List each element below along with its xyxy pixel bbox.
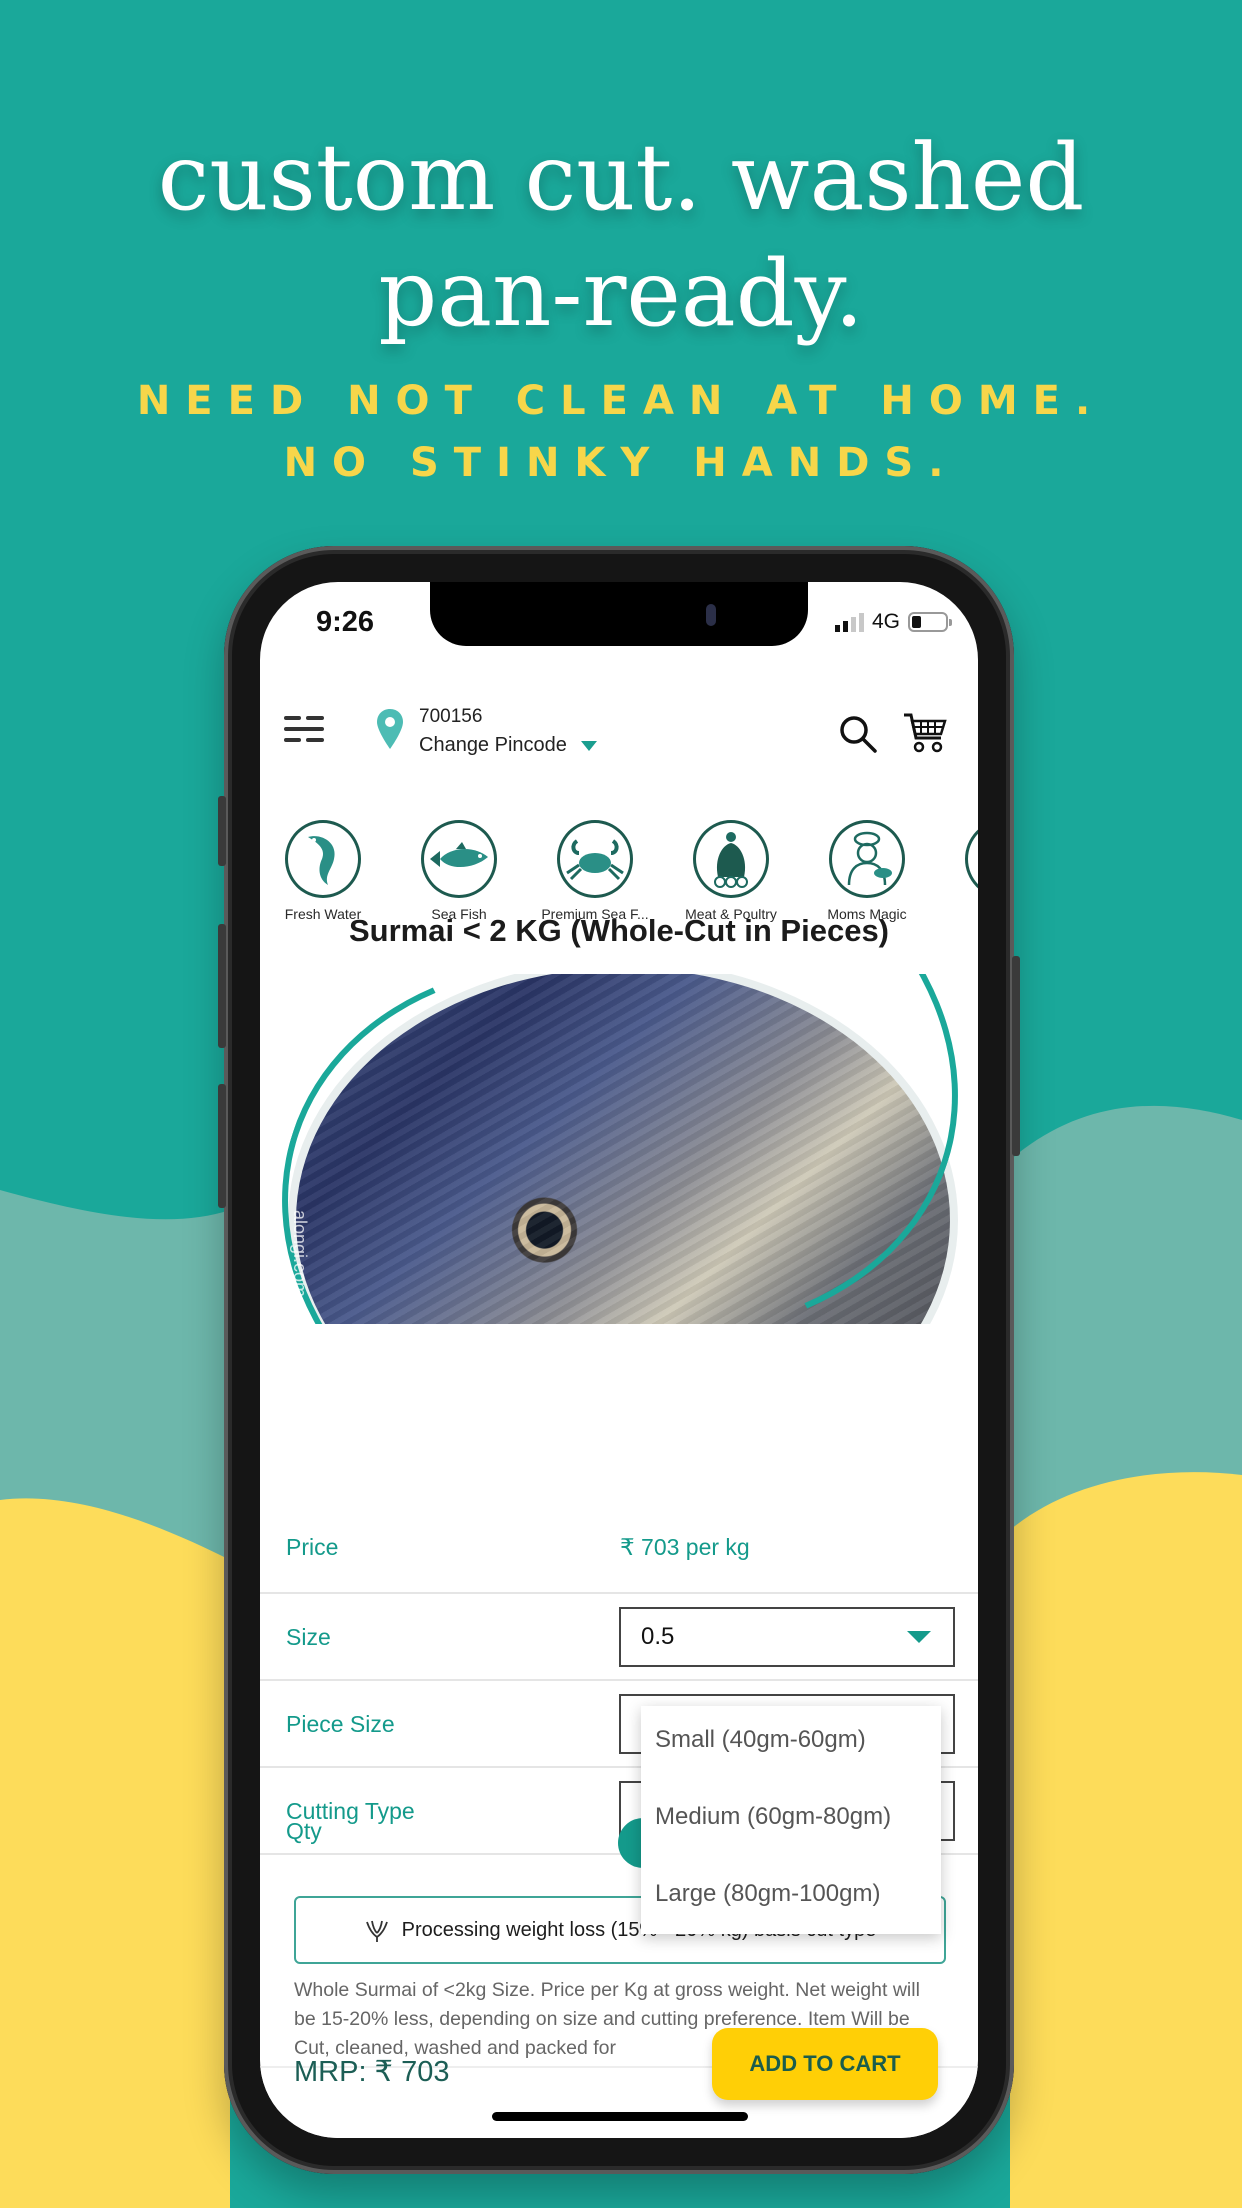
category-premium-sea-food[interactable]: Premium Sea F... bbox=[527, 820, 663, 922]
tagline-line-2: NO STINKY HANDS. bbox=[283, 440, 959, 486]
change-pincode-button[interactable]: Change Pincode bbox=[419, 734, 597, 757]
chevron-down-icon bbox=[907, 1631, 931, 1643]
size-row: Size 0.5 bbox=[260, 1594, 978, 1681]
phone-screen: 9:26 4G 700156 Change Pincode Fresh Wate… bbox=[260, 582, 978, 2138]
image-watermark: alongi.com bbox=[290, 1210, 310, 1298]
size-value: 0.5 bbox=[641, 1623, 675, 1650]
volume-down-button bbox=[218, 1084, 226, 1208]
chef-icon bbox=[829, 820, 905, 898]
cart-icon[interactable] bbox=[903, 712, 947, 754]
pincode: 700156 bbox=[419, 706, 483, 727]
qty-label: Qty bbox=[286, 1818, 322, 1844]
dropdown-option-large[interactable]: Large (80gm-100gm) bbox=[655, 1880, 880, 1908]
category-sea-fish[interactable]: Sea Fish bbox=[391, 820, 527, 922]
product-title: Surmai < 2 KG (Whole-Cut in Pieces) bbox=[348, 913, 890, 948]
home-indicator[interactable] bbox=[492, 2112, 748, 2121]
hero-headline: custom cut. washed pan-ready. bbox=[0, 120, 1242, 352]
size-label: Size bbox=[286, 1624, 331, 1650]
dropdown-option-medium[interactable]: Medium (60gm-80gm) bbox=[655, 1803, 891, 1831]
volume-up-button bbox=[218, 924, 226, 1048]
category-fresh-water[interactable]: Fresh Water bbox=[260, 820, 391, 922]
chevron-down-icon bbox=[580, 740, 597, 751]
tagline-line-1: NEED NOT CLEAN AT HOME. bbox=[136, 378, 1106, 424]
status-indicators: 4G bbox=[834, 610, 952, 634]
battery-icon bbox=[908, 612, 952, 632]
headline-line-1: custom cut. washed bbox=[157, 124, 1085, 231]
price-row: Price ₹ 703 per kg bbox=[260, 1508, 978, 1594]
category-meat-poultry[interactable]: Meat & Poultry bbox=[663, 820, 799, 922]
category-moms-magic[interactable]: Moms Magic bbox=[799, 820, 935, 922]
category-partial[interactable]: Fr bbox=[935, 820, 978, 922]
mrp-price: MRP: ₹ 703 bbox=[294, 2056, 450, 2088]
search-icon[interactable] bbox=[838, 714, 878, 754]
status-time: 9:26 bbox=[316, 606, 375, 638]
size-select[interactable]: 0.5 bbox=[619, 1607, 955, 1667]
price-label: Price bbox=[286, 1534, 339, 1560]
price-value: ₹ 703 per kg bbox=[620, 1534, 750, 1560]
tuna-icon bbox=[421, 820, 497, 898]
power-button bbox=[1012, 956, 1020, 1156]
mute-switch bbox=[218, 796, 226, 866]
category-icon bbox=[965, 820, 978, 898]
network-type: 4G bbox=[871, 610, 900, 633]
app-header: 700156 Change Pincode bbox=[260, 682, 978, 772]
leaf-icon bbox=[365, 1920, 388, 1942]
signal-icon bbox=[834, 612, 864, 632]
map-pin-icon bbox=[377, 709, 403, 749]
piece-size-label: Piece Size bbox=[286, 1711, 395, 1737]
menu-icon[interactable] bbox=[284, 716, 324, 744]
camera-icon bbox=[706, 604, 716, 626]
dropdown-option-small[interactable]: Small (40gm-60gm) bbox=[655, 1726, 866, 1754]
phone-mockup: 9:26 4G 700156 Change Pincode Fresh Wate… bbox=[218, 546, 1020, 2174]
notch bbox=[430, 582, 808, 646]
product-image[interactable]: alongi.com bbox=[280, 974, 960, 1324]
headline-line-2: pan-ready. bbox=[378, 240, 864, 347]
crab-icon bbox=[557, 820, 633, 898]
fish-icon bbox=[285, 820, 361, 898]
change-pincode-label: Change Pincode bbox=[419, 734, 567, 756]
add-to-cart-button[interactable]: ADD TO CART bbox=[712, 2028, 938, 2100]
hero-tagline: NEED NOT CLEAN AT HOME. NO STINKY HANDS. bbox=[0, 370, 1242, 494]
piece-size-dropdown: Small (40gm-60gm) Medium (60gm-80gm) Lar… bbox=[641, 1706, 941, 1934]
chicken-icon bbox=[693, 820, 769, 898]
